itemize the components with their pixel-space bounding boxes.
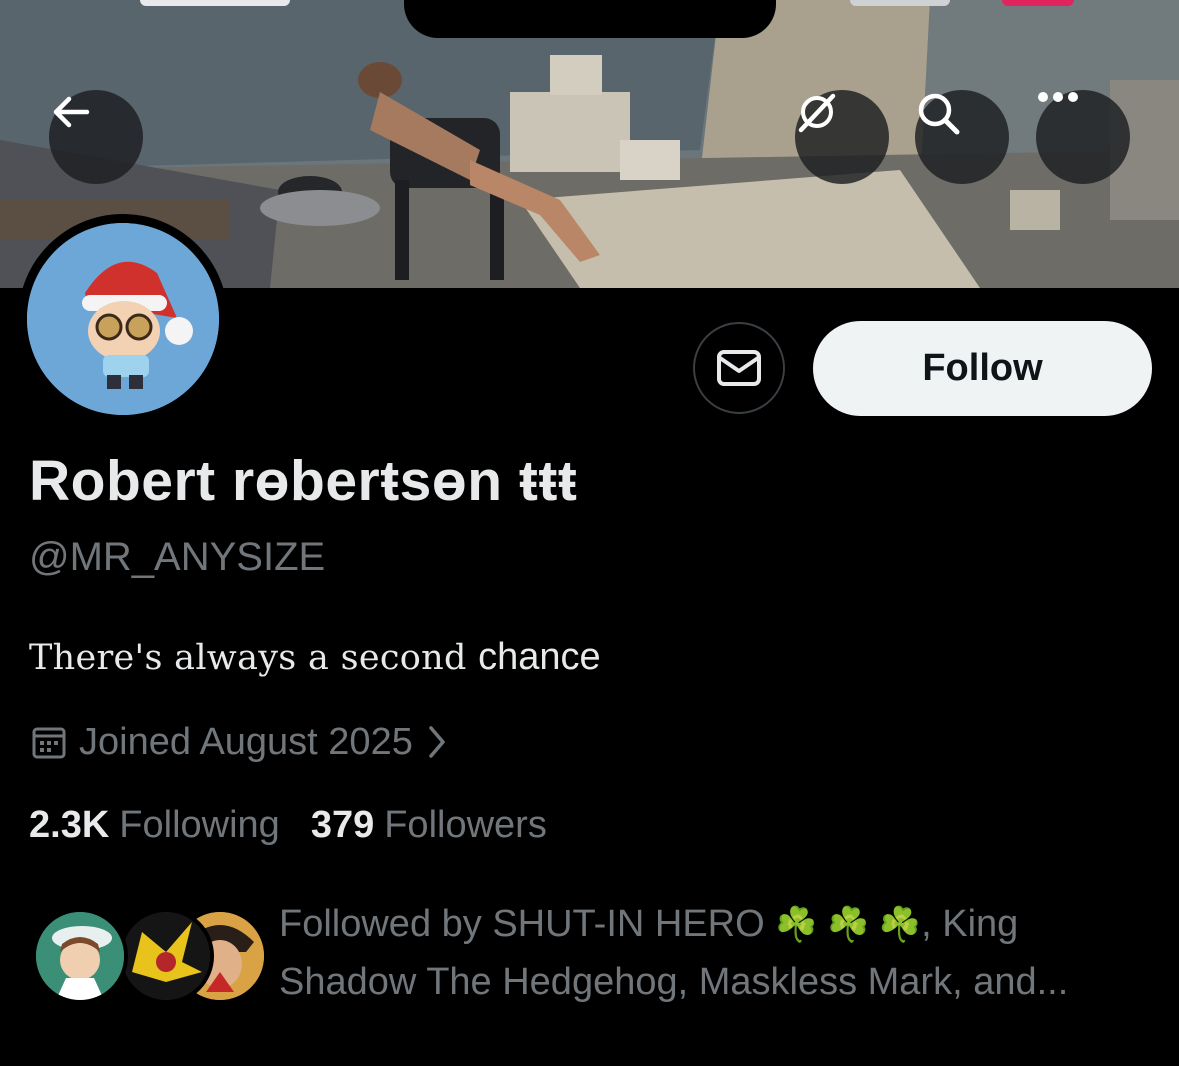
display-name: Robert rɵberŧsɵn ŧŧŧ: [29, 449, 578, 513]
bio: There's always a second chance: [29, 636, 601, 679]
followers-link[interactable]: 379 Followers: [311, 804, 547, 847]
followers-label: Followers: [384, 804, 547, 846]
follower-avatar-2: [118, 908, 214, 1004]
grok-button[interactable]: [795, 90, 889, 184]
followed-by-prefix: Followed by SHUT-IN HERO: [279, 903, 776, 945]
joined-date: Joined August 2025: [79, 720, 413, 763]
following-link[interactable]: 2.3K Following: [29, 804, 280, 847]
bio-text-part2: chance: [478, 636, 601, 678]
follower-avatar-1-image: [36, 912, 124, 1000]
joined-date-link[interactable]: Joined August 2025: [31, 719, 447, 765]
back-button[interactable]: [49, 90, 143, 184]
calendar-icon: [32, 727, 66, 759]
search-button[interactable]: [915, 90, 1009, 184]
bio-text-part1: There's always a second: [29, 638, 479, 678]
more-horizontal-icon: [1038, 92, 1078, 102]
follower-avatar-1: [32, 908, 128, 1004]
device-notch: [404, 0, 776, 38]
grok-icon: [798, 93, 836, 133]
followed-by-avatars[interactable]: [32, 908, 268, 1004]
status-bar-battery-icon: [1002, 0, 1074, 6]
follower-avatar-2-image: [122, 912, 210, 1000]
chevron-right-icon: [429, 726, 445, 758]
clover-emoji: ☘️ ☘️ ☘️: [775, 906, 922, 944]
more-button[interactable]: [1036, 90, 1130, 184]
follow-button[interactable]: Follow: [813, 321, 1152, 416]
message-button[interactable]: [693, 322, 785, 414]
following-label: Following: [119, 804, 280, 846]
arrow-left-icon: [53, 96, 90, 128]
follow-stats: 2.3K Following 379 Followers: [29, 804, 547, 847]
following-count: 2.3K: [29, 804, 110, 846]
status-bar-signal-icon: [850, 0, 950, 6]
status-bar-time: [140, 0, 290, 6]
username-handle: @MR_ANYSIZE: [29, 535, 326, 579]
avatar[interactable]: [27, 223, 219, 415]
followed-by-text[interactable]: Followed by SHUT-IN HERO ☘️ ☘️ ☘️, King …: [279, 896, 1139, 1011]
search-icon: [918, 93, 960, 135]
followers-count: 379: [310, 804, 375, 846]
avatar-image: [27, 223, 219, 415]
mail-icon: [717, 350, 761, 386]
